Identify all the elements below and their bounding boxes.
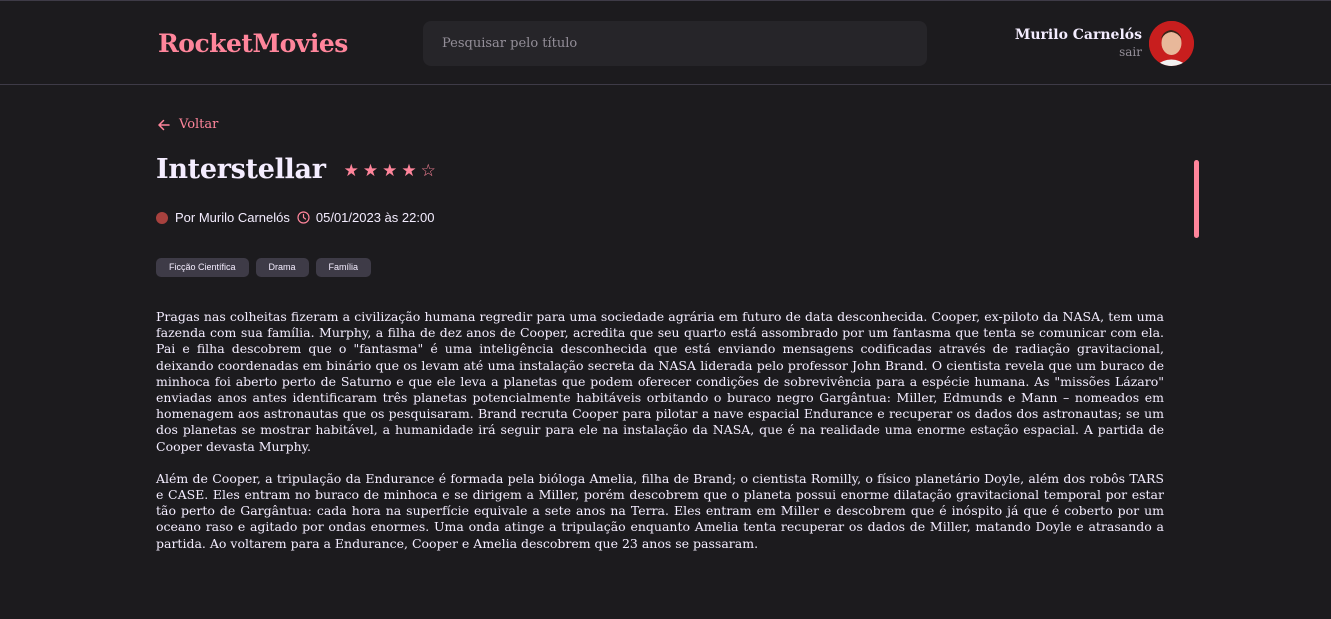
back-button[interactable]: Voltar	[157, 117, 218, 132]
movie-title: Interstellar	[156, 154, 326, 185]
author-name: Por Murilo Carnelós	[175, 210, 290, 225]
tag-list: Ficção Científica Drama Família	[156, 258, 372, 277]
brand-logo[interactable]: RocketMovies	[158, 29, 348, 58]
logout-link[interactable]: sair	[1015, 44, 1142, 61]
movie-description: Pragas nas colheitas fizeram a civilizaç…	[156, 309, 1164, 568]
star-empty-icon: ☆	[420, 161, 436, 181]
tag: Ficção Científica	[156, 258, 249, 277]
description-paragraph: Além de Cooper, a tripulação da Enduranc…	[156, 470, 1164, 551]
user-name: Murilo Carnelós	[1014, 27, 1142, 43]
scrollbar-thumb[interactable]	[1194, 160, 1199, 238]
rating-stars: ★ ★ ★ ★ ☆	[344, 163, 436, 180]
star-filled-icon: ★	[382, 161, 398, 181]
clock-icon	[297, 211, 310, 224]
tag: Família	[315, 258, 372, 277]
app-header: RocketMovies Murilo Carnelós sair	[0, 0, 1331, 85]
created-datetime: 05/01/2023 às 22:00	[315, 210, 435, 225]
user-info: Murilo Carnelós sair	[1015, 27, 1142, 61]
star-filled-icon: ★	[362, 161, 379, 181]
movie-meta: Por Murilo Carnelós 05/01/2023 às 22:00	[156, 210, 434, 225]
author-avatar	[156, 211, 168, 224]
description-paragraph: Pragas nas colheitas fizeram a civilizaç…	[156, 309, 1164, 454]
back-label: Voltar	[179, 117, 219, 132]
title-row: Interstellar ★ ★ ★ ★ ☆	[156, 154, 436, 185]
search-input[interactable]	[423, 21, 927, 66]
arrow-left-icon	[157, 118, 171, 132]
star-filled-icon: ★	[401, 161, 417, 181]
user-avatar[interactable]	[1149, 21, 1194, 66]
star-filled-icon: ★	[343, 161, 359, 181]
tag: Drama	[255, 258, 309, 277]
